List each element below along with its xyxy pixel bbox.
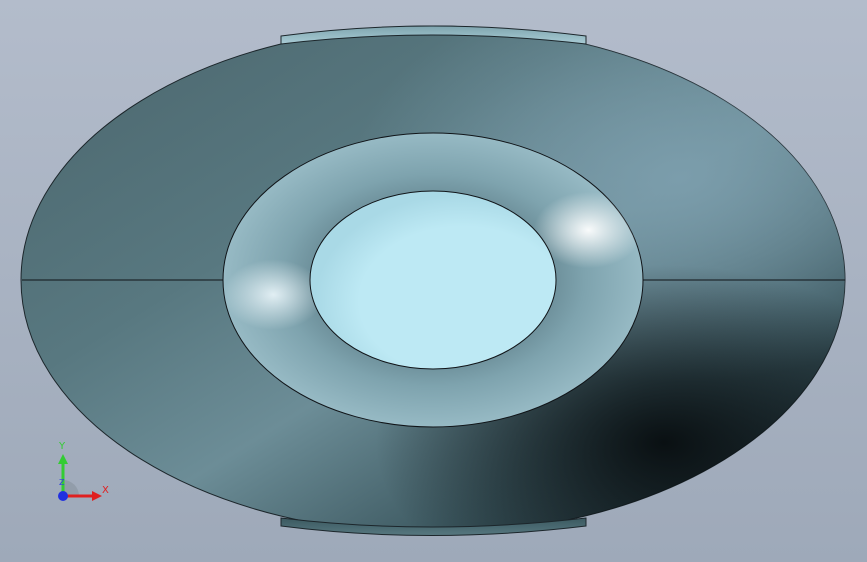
graphics-viewport[interactable]: Y X Z [0, 0, 867, 562]
y-axis-label: Y [59, 441, 66, 452]
model-view[interactable] [0, 0, 867, 562]
axis-triad: Y X Z [48, 440, 118, 510]
x-axis-label: X [102, 485, 109, 496]
z-axis-label: Z [59, 478, 65, 487]
through-hole[interactable] [309, 190, 557, 370]
